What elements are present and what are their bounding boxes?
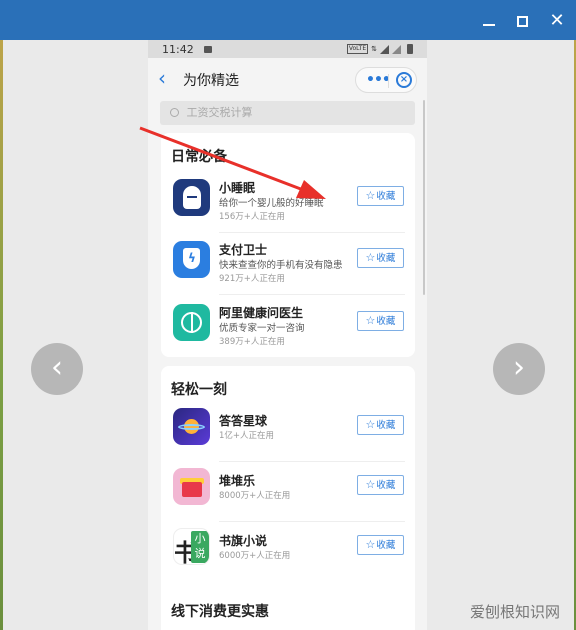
maximize-icon[interactable] <box>509 8 535 34</box>
favorite-label: 收藏 <box>376 480 396 491</box>
close-circle-icon[interactable]: × <box>396 72 412 88</box>
star-icon: ☆ <box>365 478 376 491</box>
book-app-icon: 书 小说 <box>173 528 210 565</box>
shield-app-icon: ϟ <box>173 241 210 278</box>
health-app-icon <box>173 304 210 341</box>
scrollbar[interactable] <box>423 100 425 295</box>
phone-status-bar: 11:42 VoLTE ⇅ <box>148 40 427 58</box>
next-image-button[interactable]: › <box>493 343 545 395</box>
app-user-count: 389万+人正在用 <box>219 337 285 347</box>
image-notification-icon <box>203 45 212 53</box>
list-item[interactable]: ϟ 支付卫士 快来查查你的手机有没有隐患 921万+人正在用 ☆收藏 <box>161 231 415 295</box>
search-icon <box>170 108 179 117</box>
app-name: 答答星球 <box>219 414 268 428</box>
app-name: 阿里健康问医生 <box>219 306 304 320</box>
phone-screen: 11:42 VoLTE ⇅ ‹ 为你精选 ••• × 工资交税计算 日常必备 小… <box>148 40 427 630</box>
section-title: 线下消费更实惠 <box>171 604 269 620</box>
status-time: 11:42 <box>162 42 194 56</box>
app-name: 支付卫士 <box>219 243 268 257</box>
star-icon: ☆ <box>365 189 376 202</box>
list-item[interactable]: 小睡眠 给你一个婴儿般的好睡眠 156万+人正在用 ☆收藏 <box>161 169 415 233</box>
back-icon[interactable]: ‹ <box>158 68 166 88</box>
favorite-button[interactable]: ☆收藏 <box>357 475 404 495</box>
viewer-titlebar: ✕ <box>0 0 576 40</box>
star-icon: ☆ <box>365 418 376 431</box>
list-item[interactable]: 堆堆乐 8000万+人正在用 ☆收藏 <box>161 458 415 522</box>
app-description: 给你一个婴儿般的好睡眠 <box>219 198 324 209</box>
minimize-icon[interactable] <box>476 8 502 34</box>
favorite-button[interactable]: ☆收藏 <box>357 186 404 206</box>
app-user-count: 156万+人正在用 <box>219 212 285 222</box>
mini-app-header: ‹ 为你精选 ••• × <box>148 58 427 102</box>
section-title: 日常必备 <box>171 149 227 165</box>
app-description: 优质专家一对一咨询 <box>219 323 305 334</box>
more-icon[interactable]: ••• <box>366 72 391 88</box>
mini-program-capsule: ••• × <box>355 67 417 93</box>
app-description: 快来查查你的手机有没有隐患 <box>219 260 343 271</box>
favorite-button[interactable]: ☆收藏 <box>357 248 404 268</box>
section-title: 轻松一刻 <box>171 382 227 398</box>
star-icon: ☆ <box>365 251 376 264</box>
app-user-count: 1亿+人正在用 <box>219 431 275 441</box>
list-item[interactable]: 答答星球 1亿+人正在用 ☆收藏 <box>161 398 415 462</box>
book-icon-tag: 小说 <box>191 531 209 563</box>
section-card-relax: 轻松一刻 答答星球 1亿+人正在用 ☆收藏 堆堆乐 8000万+人正在用 ☆收藏… <box>161 366 415 616</box>
favorite-label: 收藏 <box>376 253 396 264</box>
volte-badge: VoLTE <box>346 44 369 54</box>
favorite-label: 收藏 <box>376 540 396 551</box>
favorite-label: 收藏 <box>376 191 396 202</box>
signal-icon-2 <box>392 44 401 54</box>
search-input[interactable]: 工资交税计算 <box>160 101 415 125</box>
sleep-app-icon <box>173 179 210 216</box>
star-icon: ☆ <box>365 538 376 551</box>
close-icon[interactable]: ✕ <box>544 8 570 34</box>
watermark: 爱刨根知识网 <box>470 601 560 622</box>
favorite-label: 收藏 <box>376 420 396 431</box>
star-icon: ☆ <box>365 314 376 327</box>
app-name: 小睡眠 <box>219 181 256 195</box>
planet-app-icon <box>173 408 210 445</box>
favorite-button[interactable]: ☆收藏 <box>357 535 404 555</box>
section-card-daily: 日常必备 小睡眠 给你一个婴儿般的好睡眠 156万+人正在用 ☆收藏 ϟ 支付卫… <box>161 133 415 357</box>
app-user-count: 921万+人正在用 <box>219 274 285 284</box>
signal-icon <box>380 44 389 54</box>
page-title: 为你精选 <box>183 73 239 89</box>
app-user-count: 6000万+人正在用 <box>219 551 291 561</box>
app-user-count: 8000万+人正在用 <box>219 491 291 501</box>
watermark-text: 爱刨根知识网 <box>469 603 560 621</box>
search-placeholder: 工资交税计算 <box>186 106 253 119</box>
capsule-divider <box>388 74 389 88</box>
list-item[interactable]: 书 小说 书旗小说 6000万+人正在用 ☆收藏 <box>161 518 415 582</box>
data-arrows-icon: ⇅ <box>371 45 377 53</box>
app-name: 堆堆乐 <box>219 474 256 488</box>
previous-image-button[interactable]: ‹ <box>31 343 83 395</box>
favorite-button[interactable]: ☆收藏 <box>357 311 404 331</box>
battery-icon <box>407 44 413 54</box>
favorite-button[interactable]: ☆收藏 <box>357 415 404 435</box>
list-item[interactable]: 阿里健康问医生 优质专家一对一咨询 389万+人正在用 ☆收藏 <box>161 294 415 358</box>
favorite-label: 收藏 <box>376 316 396 327</box>
section-card-offline: 线下消费更实惠 <box>161 588 415 630</box>
stack-game-icon <box>173 468 210 505</box>
app-name: 书旗小说 <box>219 534 268 548</box>
